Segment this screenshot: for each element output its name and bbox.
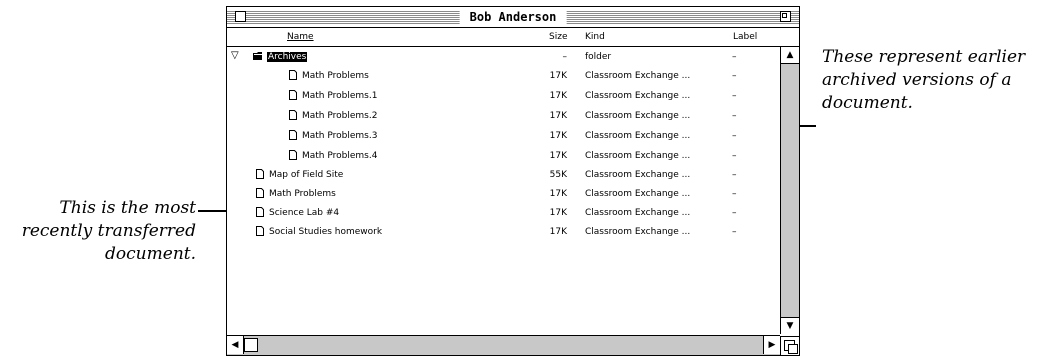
archived-versions-callout: These represent earlier archived version… xyxy=(822,47,1026,113)
list-item-archived-4[interactable]: Math Problems.3 17K Classroom Exchange .… xyxy=(227,127,779,146)
scroll-thumb[interactable] xyxy=(244,338,258,352)
list-item-science-lab[interactable]: Science Lab #4 17K Classroom Exchange ..… xyxy=(227,204,779,223)
item-name: Math Problems.2 xyxy=(302,111,378,121)
item-name: Math Problems xyxy=(302,71,369,81)
document-icon xyxy=(256,169,264,179)
item-size: 17K xyxy=(549,111,567,121)
list-item-archives[interactable]: ▽ Archives – folder – xyxy=(227,48,779,67)
resize-grow-box-icon[interactable] xyxy=(780,336,799,355)
column-header: Name Size Kind Label xyxy=(227,28,799,47)
item-name: Math Problems.4 xyxy=(302,151,378,161)
list-item-math-problems[interactable]: Math Problems 17K Classroom Exchange ...… xyxy=(227,185,779,204)
list-item-map-of-field-site[interactable]: Map of Field Site 55K Classroom Exchange… xyxy=(227,166,779,185)
item-label: – xyxy=(732,71,737,81)
scroll-left-arrow-icon[interactable]: ◀ xyxy=(227,336,244,354)
document-icon xyxy=(289,110,297,120)
item-name: Math Problems.1 xyxy=(302,91,378,101)
file-list: ▽ Archives – folder – Math Problems 17K … xyxy=(227,47,779,333)
item-name: Science Lab #4 xyxy=(269,208,340,218)
folder-icon xyxy=(253,52,262,60)
item-kind: Classroom Exchange ... xyxy=(585,227,691,237)
column-name-header[interactable]: Name xyxy=(287,32,314,42)
item-size: 17K xyxy=(549,91,567,101)
scroll-right-arrow-icon[interactable]: ▶ xyxy=(763,336,780,354)
document-icon xyxy=(289,90,297,100)
item-label: – xyxy=(732,170,737,180)
document-icon xyxy=(256,207,264,217)
list-item-archived-5[interactable]: Math Problems.4 17K Classroom Exchange .… xyxy=(227,147,779,166)
column-kind-header[interactable]: Kind xyxy=(585,32,605,42)
item-label: – xyxy=(732,91,737,101)
item-label: – xyxy=(732,208,737,218)
item-label: – xyxy=(732,131,737,141)
item-kind: Classroom Exchange ... xyxy=(585,208,691,218)
title-bar[interactable]: Bob Anderson xyxy=(227,7,799,28)
list-item-archived-3[interactable]: Math Problems.2 17K Classroom Exchange .… xyxy=(227,107,779,126)
item-label: – xyxy=(732,227,737,237)
list-item-social-studies[interactable]: Social Studies homework 17K Classroom Ex… xyxy=(227,223,779,242)
item-name: Archives xyxy=(267,52,308,62)
item-size: – xyxy=(562,52,568,62)
item-kind: Classroom Exchange ... xyxy=(585,131,691,141)
document-icon xyxy=(289,150,297,160)
item-label: – xyxy=(732,151,737,161)
recent-document-callout: This is the most recently transferred do… xyxy=(21,198,196,264)
scroll-up-arrow-icon[interactable]: ▲ xyxy=(781,47,799,64)
document-icon xyxy=(256,226,264,236)
item-name: Math Problems xyxy=(269,189,336,199)
item-label: – xyxy=(732,189,737,199)
item-name: Social Studies homework xyxy=(269,227,383,237)
list-item-archived-2[interactable]: Math Problems.1 17K Classroom Exchange .… xyxy=(227,87,779,106)
item-kind: Classroom Exchange ... xyxy=(585,151,691,161)
document-icon xyxy=(289,70,297,80)
item-kind: Classroom Exchange ... xyxy=(585,189,691,199)
window-title: Bob Anderson xyxy=(459,9,567,25)
item-kind: Classroom Exchange ... xyxy=(585,111,691,121)
item-kind: Classroom Exchange ... xyxy=(585,170,691,180)
disclosure-triangle-icon[interactable]: ▽ xyxy=(231,50,239,61)
zoom-box[interactable] xyxy=(780,11,791,22)
document-icon xyxy=(256,188,264,198)
document-icon xyxy=(289,130,297,140)
item-size: 17K xyxy=(549,227,567,237)
item-size: 55K xyxy=(549,170,567,180)
column-size-header[interactable]: Size xyxy=(549,32,567,42)
finder-window: Bob Anderson Name Size Kind Label ▽ Arch… xyxy=(226,6,800,356)
scroll-down-arrow-icon[interactable]: ▼ xyxy=(781,317,799,334)
item-size: 17K xyxy=(549,189,567,199)
vertical-scrollbar[interactable]: ▲ ▼ xyxy=(780,47,799,334)
item-kind: folder xyxy=(585,52,612,62)
item-size: 17K xyxy=(549,208,567,218)
item-name: Map of Field Site xyxy=(269,170,344,180)
column-label-header[interactable]: Label xyxy=(733,32,757,42)
list-item-archived-1[interactable]: Math Problems 17K Classroom Exchange ...… xyxy=(227,67,779,86)
item-size: 17K xyxy=(549,131,567,141)
item-label: – xyxy=(732,111,737,121)
item-size: 17K xyxy=(549,71,567,81)
item-size: 17K xyxy=(549,151,567,161)
item-name: Math Problems.3 xyxy=(302,131,378,141)
close-box[interactable] xyxy=(235,11,246,22)
item-kind: Classroom Exchange ... xyxy=(585,91,691,101)
item-kind: Classroom Exchange ... xyxy=(585,71,691,81)
horizontal-scrollbar[interactable]: ◀ ▶ xyxy=(227,335,780,355)
item-label: – xyxy=(732,52,737,62)
